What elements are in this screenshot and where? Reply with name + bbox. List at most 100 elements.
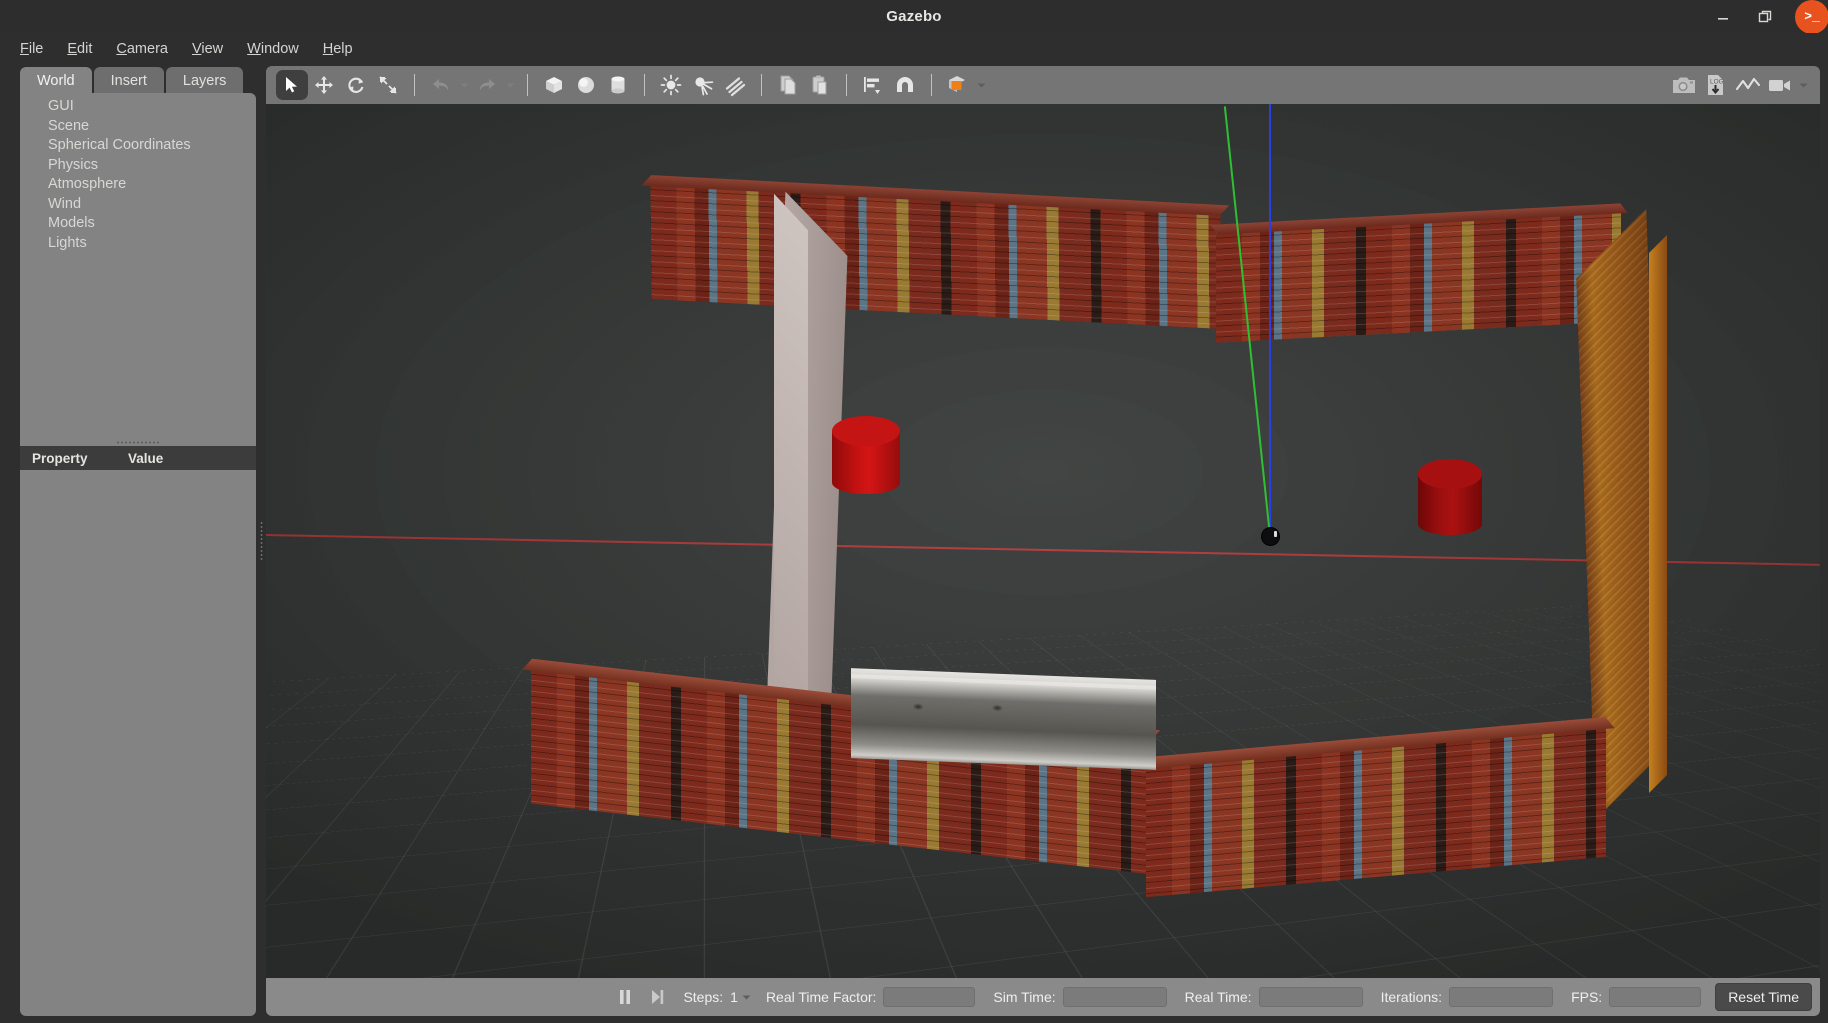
concrete-block[interactable]	[851, 668, 1156, 770]
toolbar-separator-3	[644, 74, 645, 96]
point-light-button[interactable]	[655, 70, 687, 100]
3d-viewport[interactable]	[266, 104, 1820, 978]
fps-label: FPS:	[1571, 989, 1603, 1005]
align-button[interactable]	[857, 70, 889, 100]
real-time-label: Real Time:	[1184, 989, 1252, 1005]
red-cylinder-left[interactable]	[832, 416, 900, 494]
menu-bar: File Edit Camera View Window Help	[0, 33, 1828, 64]
tree-item-physics[interactable]: Physics	[48, 156, 256, 176]
tab-insert[interactable]: Insert	[93, 67, 164, 94]
title-bar: Gazebo >_	[0, 0, 1828, 34]
tree-item-gui[interactable]: GUI	[48, 97, 256, 117]
sim-time-label: Sim Time:	[993, 989, 1056, 1005]
insert-box-button[interactable]	[538, 70, 570, 100]
svg-text:LOG: LOG	[1710, 79, 1724, 86]
panel-splitter[interactable]	[256, 66, 266, 1016]
rotate-mode-button[interactable]	[340, 70, 372, 100]
save-log-button[interactable]: LOG	[1700, 70, 1732, 100]
column-header-value: Value	[128, 450, 164, 466]
main-toolbar: LOG	[266, 66, 1820, 104]
window-controls: >_	[1702, 0, 1828, 34]
toolbar-separator-6	[931, 74, 932, 96]
pause-button[interactable]	[609, 983, 641, 1011]
property-table-drag-handle[interactable]	[20, 439, 256, 446]
real-time-field[interactable]	[1258, 987, 1363, 1007]
menu-camera[interactable]: Camera	[104, 37, 180, 61]
origin-axis-z	[1269, 104, 1271, 534]
menu-view[interactable]: View	[180, 37, 235, 61]
column-header-property: Property	[32, 450, 88, 466]
main-area: LOG Steps: 1 Real Time Factor: Sim Time:…	[266, 66, 1820, 1016]
restore-button[interactable]	[1744, 0, 1786, 33]
undo-dropdown-caret[interactable]	[457, 70, 471, 100]
tree-item-lights[interactable]: Lights	[48, 234, 256, 254]
directional-light-button[interactable]	[719, 70, 751, 100]
tree-item-models[interactable]: Models	[48, 214, 256, 234]
toolbar-separator-5	[846, 74, 847, 96]
origin-marker[interactable]	[1262, 528, 1279, 545]
plain-wall-left-top	[774, 193, 808, 751]
screenshot-button[interactable]	[1668, 70, 1700, 100]
red-cylinder-right-body[interactable]	[1418, 459, 1482, 535]
tree-item-scene[interactable]: Scene	[48, 117, 256, 137]
menu-help[interactable]: Help	[311, 37, 365, 61]
toolbar-separator-1	[414, 74, 415, 96]
wood-wall-right-edge	[1649, 235, 1667, 793]
iterations-label: Iterations:	[1380, 989, 1443, 1005]
sim-time-field[interactable]	[1062, 987, 1167, 1007]
tree-item-wind[interactable]: Wind	[48, 195, 256, 215]
steps-value[interactable]: 1	[730, 989, 738, 1005]
record-video-dropdown-caret[interactable]	[1796, 70, 1810, 100]
menu-view-rest: iew	[201, 40, 224, 57]
fps-field[interactable]	[1609, 987, 1702, 1007]
snap-magnet-button[interactable]	[889, 70, 921, 100]
menu-file-rest: ile	[28, 40, 44, 57]
view-angle-button[interactable]	[942, 70, 974, 100]
tab-layers[interactable]: Layers	[165, 67, 244, 94]
gazebo-window: Gazebo >_ File Edit Camera View Window H…	[0, 0, 1828, 1023]
tree-item-spherical-coordinates[interactable]: Spherical Coordinates	[48, 136, 256, 156]
window-title: Gazebo	[886, 8, 942, 25]
record-video-button[interactable]	[1764, 70, 1796, 100]
toolbar-separator-4	[761, 74, 762, 96]
paste-button[interactable]	[804, 70, 836, 100]
property-table-header: Property Value	[20, 446, 256, 470]
step-forward-button[interactable]	[641, 983, 673, 1011]
redo-dropdown-caret[interactable]	[503, 70, 517, 100]
menu-camera-rest: amera	[126, 40, 168, 57]
steps-label: Steps:	[683, 989, 724, 1005]
menu-edit[interactable]: Edit	[55, 37, 104, 61]
brick-wall-back-right	[1210, 203, 1628, 343]
status-bar: Steps: 1 Real Time Factor: Sim Time: Rea…	[266, 978, 1820, 1016]
left-panel: World Insert Layers GUI Scene Spherical …	[8, 66, 256, 1016]
undo-button[interactable]	[425, 70, 457, 100]
toolbar-separator-2	[527, 74, 528, 96]
translate-mode-button[interactable]	[308, 70, 340, 100]
real-time-factor-field[interactable]	[883, 987, 976, 1007]
copy-button[interactable]	[772, 70, 804, 100]
property-table: Property Value	[20, 439, 256, 470]
tab-world[interactable]: World	[20, 67, 92, 94]
menu-help-rest: elp	[333, 40, 353, 57]
redo-button[interactable]	[471, 70, 503, 100]
spot-light-button[interactable]	[687, 70, 719, 100]
view-angle-dropdown-caret[interactable]	[974, 70, 988, 100]
tree-item-atmosphere[interactable]: Atmosphere	[48, 175, 256, 195]
steps-dropdown-caret[interactable]	[740, 982, 754, 1012]
close-button[interactable]: >_	[1786, 0, 1828, 34]
world-tree-panel: GUI Scene Spherical Coordinates Physics …	[20, 93, 256, 1016]
panel-tabs: World Insert Layers	[8, 66, 256, 94]
world-tree: GUI Scene Spherical Coordinates Physics …	[20, 93, 256, 253]
select-mode-button[interactable]	[276, 70, 308, 100]
insert-sphere-button[interactable]	[570, 70, 602, 100]
scale-mode-button[interactable]	[372, 70, 404, 100]
insert-cylinder-button[interactable]	[602, 70, 634, 100]
reset-time-button[interactable]: Reset Time	[1715, 983, 1812, 1011]
iterations-field[interactable]	[1449, 987, 1554, 1007]
minimize-button[interactable]	[1702, 0, 1744, 33]
menu-window[interactable]: Window	[235, 37, 311, 61]
plot-button[interactable]	[1732, 70, 1764, 100]
red-cylinder-right-top	[1418, 459, 1482, 489]
menu-file[interactable]: File	[8, 37, 55, 61]
red-cylinder-left-top	[832, 416, 900, 446]
